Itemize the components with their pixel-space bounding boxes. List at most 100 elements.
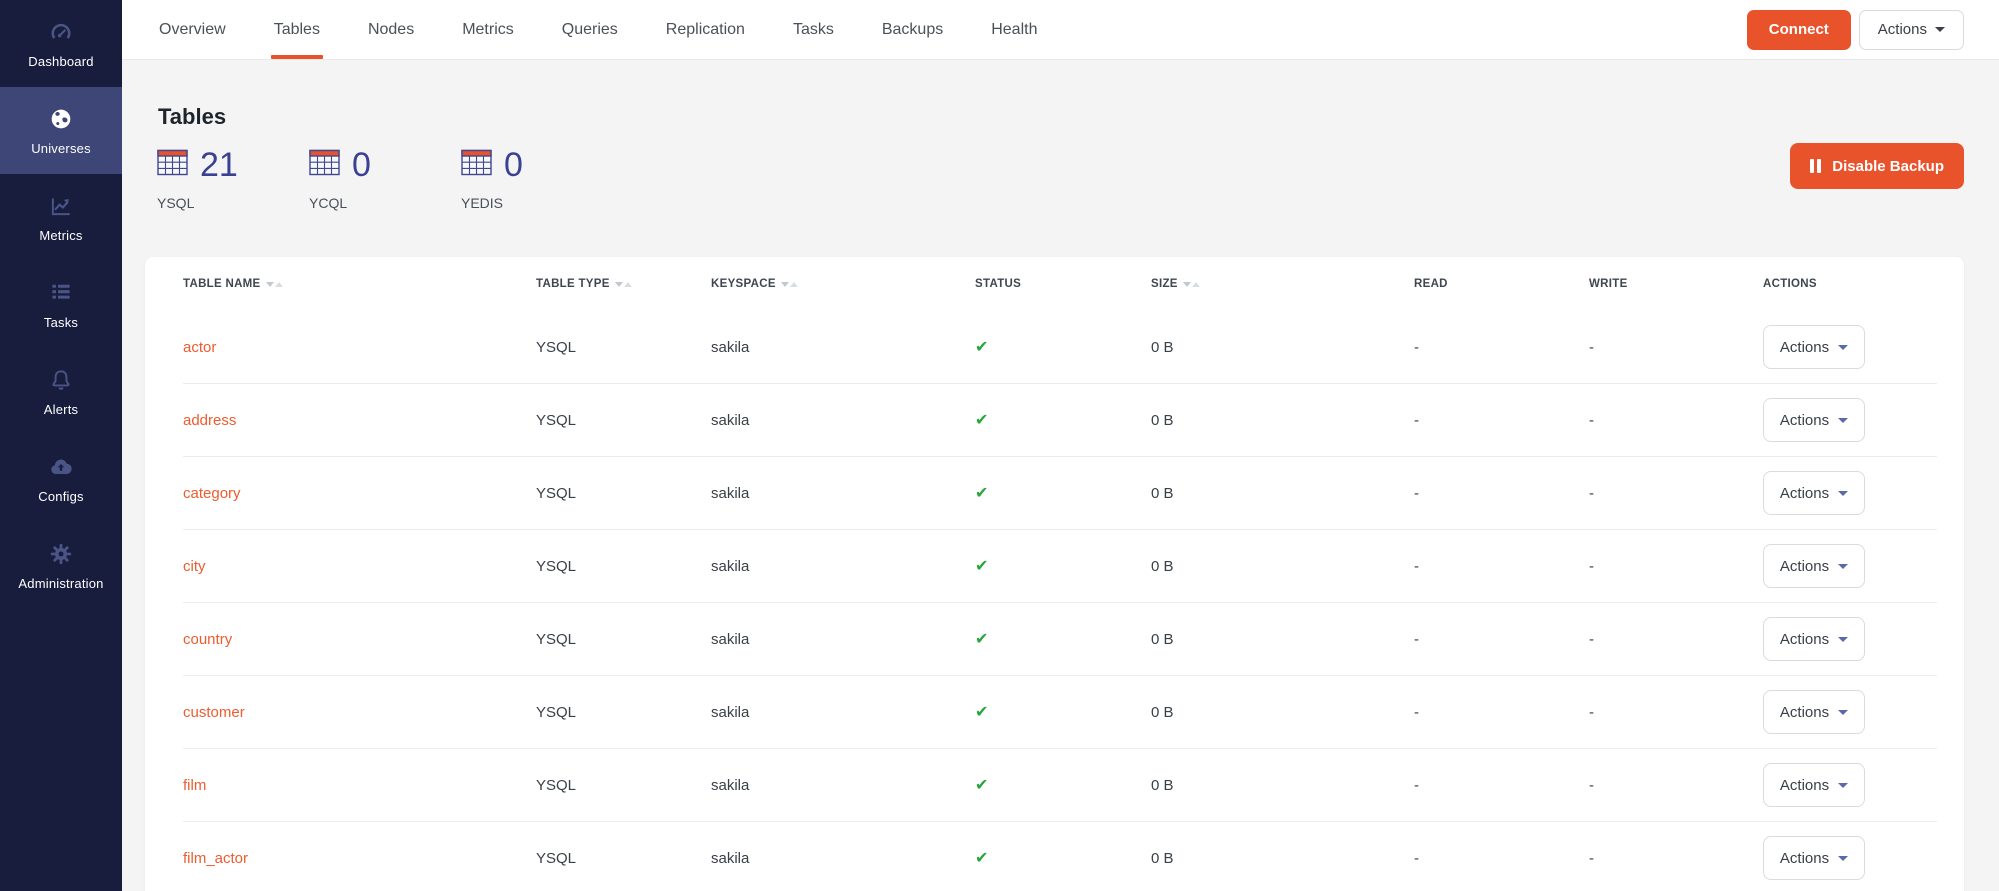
write-cell: -: [1589, 631, 1763, 648]
dashboard-gauge-icon: [48, 19, 74, 45]
column-header-table-name[interactable]: Table Name: [183, 278, 536, 290]
table-name-link[interactable]: city: [183, 558, 536, 575]
row-actions-dropdown[interactable]: Actions: [1763, 398, 1865, 442]
stat-ycql: 0 YCQL: [309, 148, 461, 211]
sidebar: Dashboard Universes Metrics: [0, 0, 122, 891]
keyspace-cell: sakila: [711, 485, 975, 502]
chevron-down-icon: [1838, 783, 1848, 788]
metrics-chart-icon: [48, 193, 74, 219]
column-header-keyspace[interactable]: Keyspace: [711, 278, 975, 290]
column-header-table-type[interactable]: Table Type: [536, 278, 711, 290]
table-type-cell: YSQL: [536, 485, 711, 502]
table-name-link[interactable]: film_actor: [183, 850, 536, 867]
row-actions-dropdown[interactable]: Actions: [1763, 544, 1865, 588]
size-cell: 0 B: [1151, 339, 1414, 356]
chevron-down-icon: [1838, 491, 1848, 496]
table-name-link[interactable]: film: [183, 777, 536, 794]
chevron-down-icon: [1838, 637, 1848, 642]
sidebar-item-tasks[interactable]: Tasks: [0, 261, 122, 348]
status-ok-icon: ✔: [975, 410, 1151, 430]
keyspace-cell: sakila: [711, 631, 975, 648]
read-cell: -: [1414, 777, 1589, 794]
write-cell: -: [1589, 777, 1763, 794]
keyspace-cell: sakila: [711, 704, 975, 721]
tab-replication[interactable]: Replication: [666, 0, 745, 59]
universe-actions-dropdown[interactable]: Actions: [1859, 10, 1964, 50]
bell-icon: [48, 367, 74, 393]
sidebar-item-metrics[interactable]: Metrics: [0, 174, 122, 261]
stat-label: YCQL: [309, 195, 461, 211]
app-window: Dashboard Universes Metrics: [0, 0, 1999, 891]
sidebar-item-label: Universes: [31, 141, 91, 156]
column-header-actions: Actions: [1763, 278, 1937, 290]
table-name-link[interactable]: address: [183, 412, 536, 429]
column-header-read: Read: [1414, 278, 1589, 290]
read-cell: -: [1414, 704, 1589, 721]
sidebar-item-configs[interactable]: Configs: [0, 435, 122, 522]
chevron-down-icon: [1935, 27, 1945, 32]
status-ok-icon: ✔: [975, 848, 1151, 868]
tab-health[interactable]: Health: [991, 0, 1037, 59]
disable-backup-button[interactable]: Disable Backup: [1790, 143, 1964, 189]
pause-icon: [1810, 159, 1821, 173]
sort-icon: [1183, 282, 1200, 287]
sidebar-item-universes[interactable]: Universes: [0, 87, 122, 174]
size-cell: 0 B: [1151, 558, 1414, 575]
row-actions-dropdown[interactable]: Actions: [1763, 471, 1865, 515]
row-actions-dropdown[interactable]: Actions: [1763, 325, 1865, 369]
tab-nodes[interactable]: Nodes: [368, 0, 414, 59]
row-actions-dropdown[interactable]: Actions: [1763, 763, 1865, 807]
sidebar-item-label: Tasks: [44, 315, 78, 330]
table-name-link[interactable]: actor: [183, 339, 536, 356]
sidebar-item-label: Alerts: [44, 402, 78, 417]
tab-metrics[interactable]: Metrics: [462, 0, 514, 59]
row-actions-dropdown[interactable]: Actions: [1763, 617, 1865, 661]
table-name-link[interactable]: category: [183, 485, 536, 502]
column-header-status: Status: [975, 278, 1151, 290]
table-name-link[interactable]: country: [183, 631, 536, 648]
chevron-down-icon: [1838, 710, 1848, 715]
chevron-down-icon: [1838, 564, 1848, 569]
sidebar-item-label: Configs: [38, 489, 83, 504]
tab-overview[interactable]: Overview: [159, 0, 226, 59]
sort-icon: [615, 282, 632, 287]
sidebar-item-dashboard[interactable]: Dashboard: [0, 0, 122, 87]
read-cell: -: [1414, 412, 1589, 429]
tab-tables[interactable]: Tables: [274, 0, 320, 59]
write-cell: -: [1589, 412, 1763, 429]
table-header-row: Table Name Table Type Keyspace Status Si…: [183, 257, 1937, 311]
column-header-size[interactable]: Size: [1151, 278, 1414, 290]
yedis-table-count: 0: [504, 148, 523, 182]
tables-list-card: Table Name Table Type Keyspace Status Si…: [145, 257, 1964, 891]
table-row: country YSQL sakila ✔ 0 B - - Actions: [183, 603, 1937, 676]
table-row: address YSQL sakila ✔ 0 B - - Actions: [183, 384, 1937, 457]
table-row: film_actor YSQL sakila ✔ 0 B - - Actions: [183, 822, 1937, 891]
sidebar-item-alerts[interactable]: Alerts: [0, 348, 122, 435]
chevron-down-icon: [1838, 345, 1848, 350]
connect-button[interactable]: Connect: [1747, 10, 1851, 50]
size-cell: 0 B: [1151, 412, 1414, 429]
tab-backups[interactable]: Backups: [882, 0, 943, 59]
table-grid-icon: [461, 149, 492, 181]
write-cell: -: [1589, 558, 1763, 575]
sort-icon: [781, 282, 798, 287]
row-actions-dropdown[interactable]: Actions: [1763, 690, 1865, 734]
keyspace-cell: sakila: [711, 339, 975, 356]
read-cell: -: [1414, 339, 1589, 356]
keyspace-cell: sakila: [711, 850, 975, 867]
universe-tabs: Overview Tables Nodes Metrics Queries Re…: [159, 0, 1085, 59]
read-cell: -: [1414, 631, 1589, 648]
sidebar-item-administration[interactable]: Administration: [0, 522, 122, 609]
status-ok-icon: ✔: [975, 483, 1151, 503]
table-name-link[interactable]: customer: [183, 704, 536, 721]
row-actions-dropdown[interactable]: Actions: [1763, 836, 1865, 880]
size-cell: 0 B: [1151, 850, 1414, 867]
table-type-cell: YSQL: [536, 339, 711, 356]
tab-queries[interactable]: Queries: [562, 0, 618, 59]
table-row: city YSQL sakila ✔ 0 B - - Actions: [183, 530, 1937, 603]
table-row: film YSQL sakila ✔ 0 B - - Actions: [183, 749, 1937, 822]
column-header-write: Write: [1589, 278, 1763, 290]
sort-icon: [266, 282, 283, 287]
tab-tasks[interactable]: Tasks: [793, 0, 834, 59]
table-type-cell: YSQL: [536, 850, 711, 867]
